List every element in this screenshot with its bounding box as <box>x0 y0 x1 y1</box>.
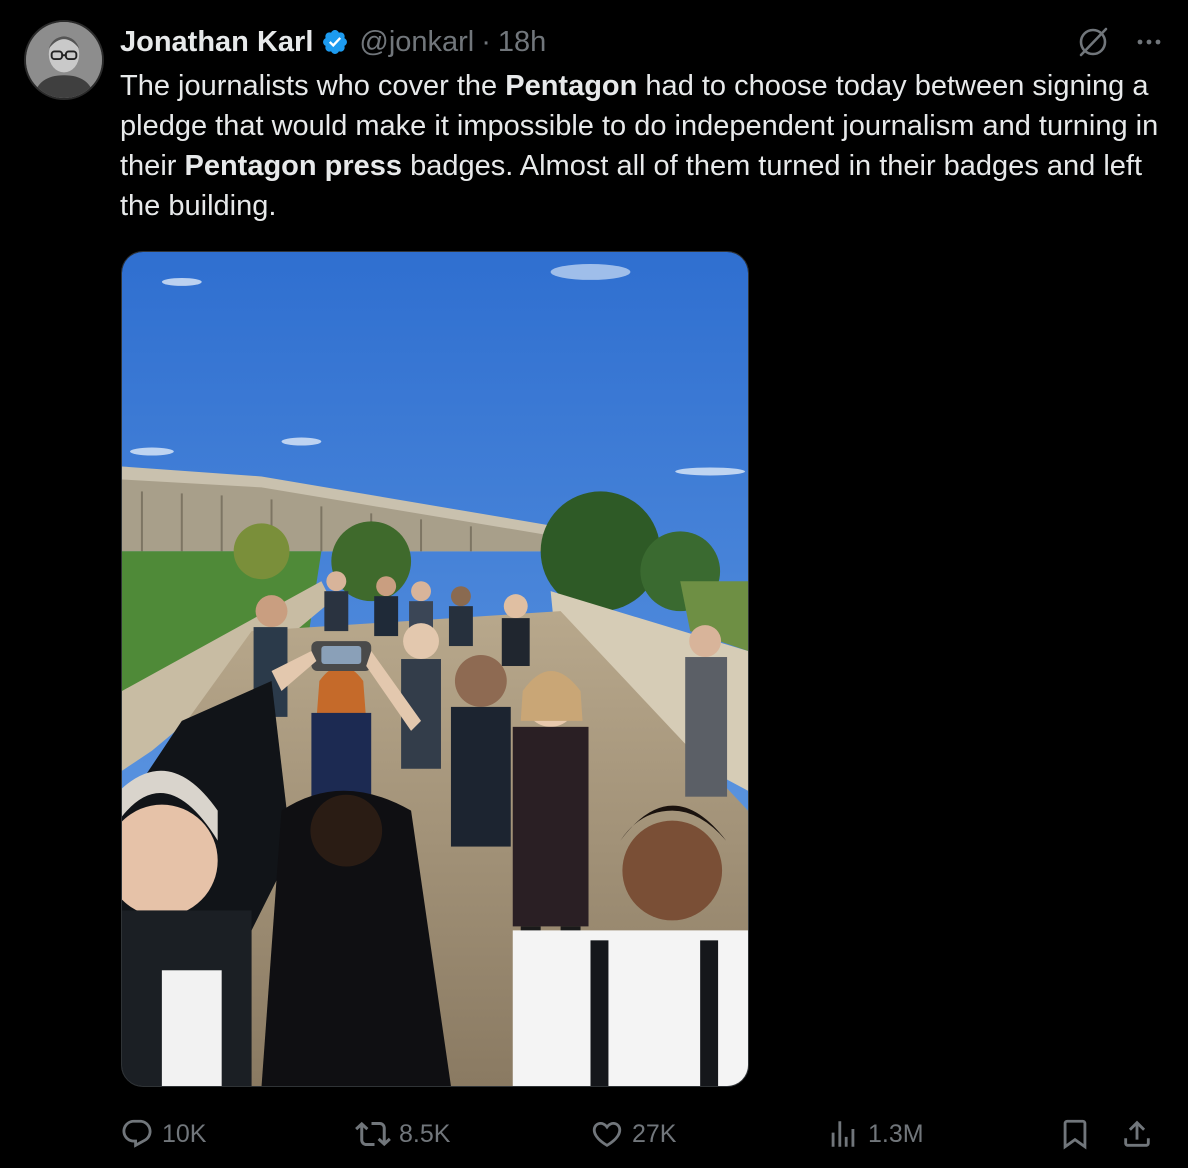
verified-badge-icon[interactable] <box>321 28 349 56</box>
separator-dot: · <box>481 25 491 58</box>
like-count: 27K <box>632 1119 677 1148</box>
grok-icon[interactable] <box>1076 25 1110 59</box>
like-button[interactable]: 27K <box>590 1112 676 1156</box>
tweet-header: Jonathan Karl @jonkarl · 18h <box>120 22 546 62</box>
tweet-top-actions <box>1076 22 1164 62</box>
photo-icon <box>122 252 748 1086</box>
bookmark-icon <box>1063 1119 1087 1150</box>
views-count: 1.3M <box>868 1119 924 1148</box>
tweet-text-bold: Pentagon <box>505 70 638 102</box>
repost-icon <box>355 1121 391 1147</box>
more-icon[interactable] <box>1134 27 1164 57</box>
bookmark-button[interactable] <box>1058 1112 1092 1156</box>
tweet-text-segment: The journalists who cover the <box>120 70 506 102</box>
author-name[interactable]: Jonathan Karl <box>120 26 313 59</box>
timestamp[interactable]: 18h <box>498 26 546 59</box>
views-icon <box>831 1121 855 1147</box>
views-button[interactable]: 1.3M <box>826 1112 924 1156</box>
tweet: Jonathan Karl @jonkarl · 18h The journal… <box>0 0 1188 1168</box>
reply-icon <box>122 1119 152 1148</box>
author-handle[interactable]: @jonkarl <box>359 26 474 59</box>
reply-button[interactable]: 10K <box>120 1112 206 1156</box>
repost-button[interactable]: 8.5K <box>355 1112 450 1156</box>
share-button[interactable] <box>1120 1112 1154 1156</box>
tweet-photo[interactable] <box>121 251 749 1087</box>
tweet-actions: 10K 8.5K 27K 1.3M <box>0 1112 1188 1156</box>
share-icon <box>1124 1120 1150 1147</box>
tweet-text-bold: Pentagon press <box>184 150 403 182</box>
tweet-text: The journalists who cover the Pentagon h… <box>120 66 1160 226</box>
repost-count: 8.5K <box>399 1119 451 1148</box>
avatar-icon <box>26 22 102 98</box>
heart-icon <box>592 1121 622 1147</box>
reply-count: 10K <box>162 1119 207 1148</box>
author-avatar[interactable] <box>24 20 104 100</box>
